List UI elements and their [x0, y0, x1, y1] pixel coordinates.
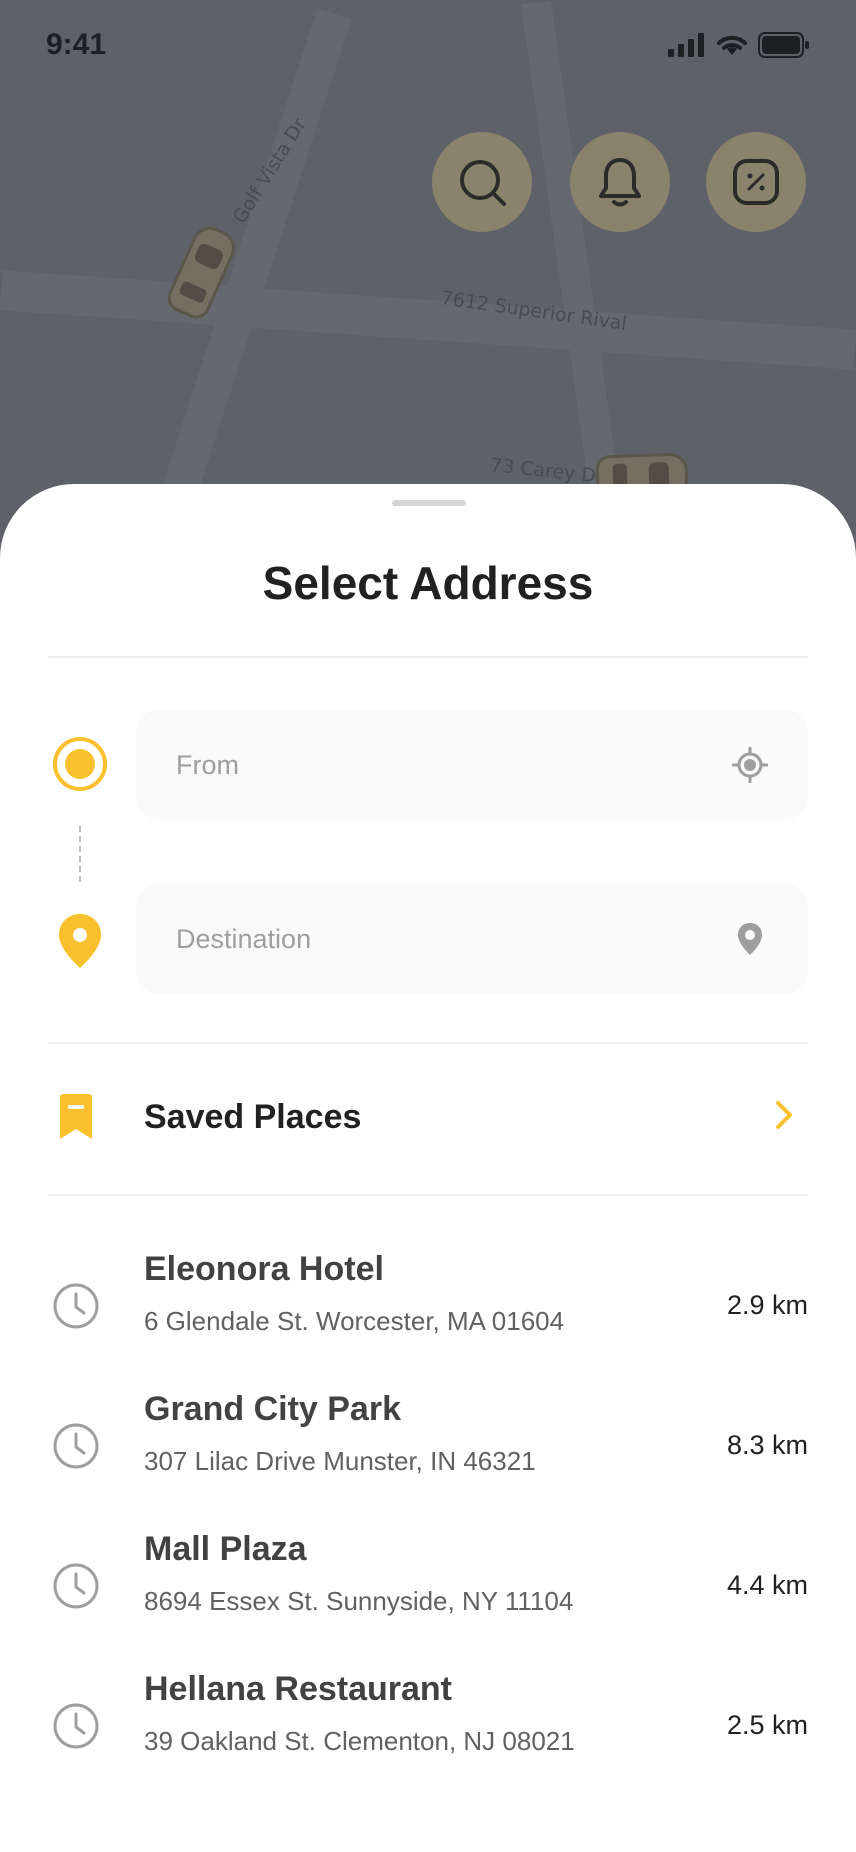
- location-pin-icon[interactable]: [732, 921, 768, 957]
- from-input[interactable]: [136, 710, 808, 820]
- map-road: [0, 270, 856, 370]
- recent-place-distance: 2.5 km: [726, 1710, 808, 1740]
- origin-marker-icon: [53, 737, 107, 791]
- recent-place-address: 8694 Essex St. Sunnyside, NY 11104: [144, 1586, 574, 1616]
- select-address-sheet: Select Address Saved Plac: [0, 484, 856, 1852]
- search-icon: [460, 160, 506, 206]
- discount-button[interactable]: [706, 132, 806, 232]
- clock-icon: [53, 1283, 99, 1329]
- recent-place-address: 307 Lilac Drive Munster, IN 46321: [144, 1446, 536, 1476]
- clock-icon: [53, 1423, 99, 1469]
- recent-place-address: 6 Glendale St. Worcester, MA 01604: [144, 1306, 565, 1336]
- recent-place-item[interactable]: Mall Plaza 8694 Essex St. Sunnyside, NY …: [48, 1524, 808, 1644]
- destination-field[interactable]: [136, 884, 808, 994]
- recent-place-address: 39 Oakland St. Clementon, NJ 08021: [144, 1726, 575, 1756]
- saved-places-row[interactable]: Saved Places: [48, 1060, 808, 1170]
- destination-input[interactable]: [136, 884, 808, 994]
- bookmark-icon: [60, 1094, 92, 1139]
- status-icons: [668, 32, 810, 58]
- recent-place-name: Mall Plaza: [144, 1530, 307, 1568]
- recent-place-item[interactable]: Hellana Restaurant 39 Oakland St. Clemen…: [48, 1664, 808, 1784]
- clock-icon: [53, 1563, 99, 1609]
- sheet-title: Select Address: [262, 557, 594, 609]
- recent-place-name: Hellana Restaurant: [144, 1670, 452, 1708]
- signal-icon: [668, 33, 704, 57]
- wifi-icon: [717, 35, 747, 55]
- destination-marker-icon: [59, 914, 101, 968]
- recent-place-item[interactable]: Eleonora Hotel 6 Glendale St. Worcester,…: [48, 1244, 808, 1364]
- status-time: 9:41: [46, 28, 107, 61]
- route-connector: [79, 826, 81, 882]
- bell-icon: [599, 158, 641, 207]
- current-location-icon[interactable]: [732, 747, 768, 783]
- from-field[interactable]: [136, 710, 808, 820]
- recent-place-distance: 2.9 km: [726, 1290, 808, 1320]
- recent-place-distance: 8.3 km: [726, 1430, 808, 1460]
- notifications-button[interactable]: [570, 132, 670, 232]
- divider: [48, 1042, 808, 1044]
- saved-places-label: Saved Places: [144, 1098, 362, 1136]
- chevron-right-icon: [776, 1101, 792, 1129]
- status-bar: 9:41: [0, 0, 856, 90]
- recent-place-item[interactable]: Grand City Park 307 Lilac Drive Munster,…: [48, 1384, 808, 1504]
- clock-icon: [53, 1703, 99, 1749]
- battery-icon: [758, 32, 809, 58]
- recent-place-name: Eleonora Hotel: [144, 1250, 384, 1288]
- search-button[interactable]: [432, 132, 532, 232]
- divider: [48, 656, 808, 658]
- recent-place-name: Grand City Park: [144, 1390, 401, 1428]
- divider: [48, 1194, 808, 1196]
- sheet-drag-handle[interactable]: [392, 500, 466, 506]
- discount-icon: [733, 159, 779, 205]
- recent-place-distance: 4.4 km: [726, 1570, 808, 1600]
